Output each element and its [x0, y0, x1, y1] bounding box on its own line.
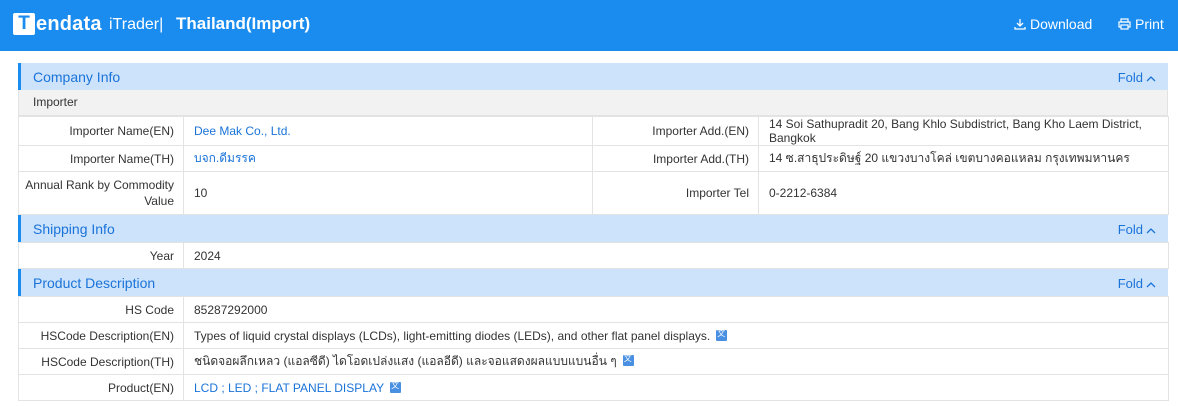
printer-icon: [1118, 18, 1131, 30]
hs-description-th-value: ชนิดจอผลึกเหลว (แอลซีดี) ไดโอดเปล่งแสง (…: [194, 354, 617, 368]
table-row: Importer Name(TH) บจก.ดีมรรค Importer Ad…: [18, 145, 1169, 172]
hs-description-en-value: Types of liquid crystal displays (LCDs),…: [194, 328, 711, 343]
table-row: HS Code 85287292000: [18, 296, 1169, 323]
hs-code-label: HS Code: [18, 296, 184, 323]
year-value: 2024: [183, 242, 1169, 269]
product-name: iTrader|: [109, 16, 164, 33]
year-label: Year: [18, 242, 184, 269]
print-label: Print: [1135, 16, 1164, 32]
top-bar: T endata iTrader| Thailand(Import) Downl…: [0, 0, 1178, 51]
detail-content: Company Info Fold Importer Importer Name…: [18, 63, 1169, 401]
translate-icon[interactable]: [390, 380, 402, 393]
importer-address-en-value: 14 Soi Sathupradit 20, Bang Khlo Subdist…: [758, 116, 1169, 146]
importer-name-th-label: Importer Name(TH): [18, 145, 184, 172]
table-row: HSCode Description(EN) Types of liquid c…: [18, 322, 1169, 349]
product-description-title: Product Description: [33, 275, 156, 291]
shipping-info-fold-button[interactable]: Fold: [1118, 222, 1156, 237]
hs-description-en-cell: Types of liquid crystal displays (LCDs),…: [183, 322, 1169, 349]
chevron-up-icon: [1146, 70, 1156, 85]
annual-rank-label: Annual Rank by Commodity Value: [18, 171, 184, 215]
shipping-info-title: Shipping Info: [33, 221, 115, 237]
importer-name-en-link[interactable]: Dee Mak Co., Ltd.: [183, 116, 593, 146]
table-row: Importer Name(EN) Dee Mak Co., Ltd. Impo…: [18, 116, 1169, 146]
download-icon: [1014, 18, 1026, 30]
importer-address-th-label: Importer Add.(TH): [592, 145, 759, 172]
product-description-header: Product Description Fold: [18, 269, 1168, 296]
print-button[interactable]: Print: [1118, 16, 1164, 32]
download-label: Download: [1030, 16, 1093, 32]
importer-tel-value: 0-2212-6384: [758, 171, 1169, 215]
fold-label: Fold: [1117, 70, 1143, 85]
tendata-logo[interactable]: T endata: [13, 12, 102, 36]
importer-tel-label: Importer Tel: [592, 171, 759, 215]
translate-icon[interactable]: [622, 353, 634, 366]
importer-name-th-link[interactable]: บจก.ดีมรรค: [183, 145, 593, 172]
hs-description-th-cell: ชนิดจอผลึกเหลว (แอลซีดี) ไดโอดเปล่งแสง (…: [183, 348, 1169, 375]
product-description-table: HS Code 85287292000 HSCode Description(E…: [18, 296, 1169, 401]
download-button[interactable]: Download: [1014, 16, 1092, 32]
importer-subheader: Importer: [18, 90, 1168, 116]
importer-address-th-value: 14 ซ.สาธุประดิษฐ์ 20 แขวงบางโคล่ เขตบางค…: [758, 145, 1169, 172]
product-en-link[interactable]: LCD ; LED ; FLAT PANEL DISPLAY: [194, 381, 384, 395]
table-row: HSCode Description(TH) ชนิดจอผลึกเหลว (แ…: [18, 348, 1169, 375]
company-info-title: Company Info: [33, 69, 121, 85]
shipping-info-table: Year 2024: [18, 242, 1169, 269]
table-row: Annual Rank by Commodity Value 10 Import…: [18, 171, 1169, 215]
fold-label: Fold: [1117, 276, 1143, 291]
importer-address-en-label: Importer Add.(EN): [592, 116, 759, 146]
translate-icon[interactable]: [716, 328, 728, 341]
company-info-header: Company Info Fold: [18, 63, 1168, 90]
shipping-info-header: Shipping Info Fold: [18, 215, 1168, 242]
product-en-label: Product(EN): [18, 374, 184, 401]
hs-description-th-label: HSCode Description(TH): [18, 348, 184, 375]
chevron-up-icon: [1146, 276, 1156, 291]
product-description-fold-button[interactable]: Fold: [1118, 276, 1156, 291]
fold-label: Fold: [1117, 222, 1143, 237]
company-info-fold-button[interactable]: Fold: [1118, 70, 1156, 85]
logo-mark: T: [13, 13, 35, 35]
annual-rank-value: 10: [183, 171, 593, 215]
company-info-table: Importer Name(EN) Dee Mak Co., Ltd. Impo…: [18, 116, 1169, 215]
table-row: Year 2024: [18, 242, 1169, 269]
hs-description-en-label: HSCode Description(EN): [18, 322, 184, 349]
logo-text: endata: [36, 12, 102, 35]
page-title: Thailand(Import): [176, 14, 311, 33]
importer-name-en-label: Importer Name(EN): [18, 116, 184, 146]
table-row: Product(EN) LCD ; LED ; FLAT PANEL DISPL…: [18, 374, 1169, 401]
hs-code-value: 85287292000: [183, 296, 1169, 323]
chevron-up-icon: [1146, 222, 1156, 237]
product-en-cell: LCD ; LED ; FLAT PANEL DISPLAY: [183, 374, 1169, 401]
